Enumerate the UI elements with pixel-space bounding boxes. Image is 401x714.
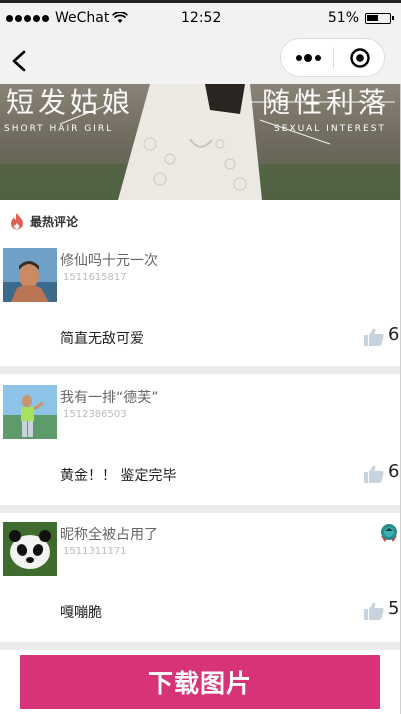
divider xyxy=(0,642,401,650)
comment-user-id: 1511311171 xyxy=(63,546,127,557)
like-count: 5 xyxy=(388,598,400,619)
hot-comments-header: 最热评论 xyxy=(10,210,78,232)
banner-image: 短发姑娘 随性利落 SHORT HAIR GIRL SEXUAL INTERES… xyxy=(0,84,401,200)
thumbs-up-icon[interactable] xyxy=(364,602,384,620)
comment-text: 简直无敌可爱 xyxy=(60,331,144,347)
comment-item: 昵称全被占用了 1511311171 嘎嘣脆 5 xyxy=(0,522,401,642)
like-count: 6 xyxy=(388,461,400,482)
banner-title-left: 短发姑娘 xyxy=(6,86,134,119)
comment-username[interactable]: 修仙吗十元一次 xyxy=(60,250,158,270)
comment-text: 黄金！！ 鉴定完毕 xyxy=(60,468,177,484)
banner-subtitle-right: SEXUAL INTEREST xyxy=(274,124,386,134)
thumbs-up-icon[interactable] xyxy=(364,328,384,346)
battery-icon xyxy=(365,12,394,24)
avatar[interactable] xyxy=(3,248,57,302)
carrier-info: WeChat xyxy=(6,10,129,26)
battery-percent: 51% xyxy=(327,10,359,26)
comment-item: 我有一排“德芙” 1512386503 黄金！！ 鉴定完毕 6 xyxy=(0,385,401,505)
more-options-icon[interactable] xyxy=(295,50,323,66)
avatar[interactable] xyxy=(3,522,57,576)
banner-subtitle-left: SHORT HAIR GIRL xyxy=(4,124,113,134)
capsule-divider xyxy=(333,47,334,69)
comment-user-id: 1512386503 xyxy=(63,409,127,420)
section-title: 最热评论 xyxy=(30,214,79,229)
comment-user-id: 1511615817 xyxy=(63,272,127,283)
clock: 12:52 xyxy=(181,10,222,26)
fire-icon xyxy=(11,213,23,230)
thumbs-up-icon[interactable] xyxy=(364,465,384,483)
divider xyxy=(0,505,401,513)
nav-bar xyxy=(0,38,401,84)
carrier-name: WeChat xyxy=(55,10,110,26)
close-mini-program-icon[interactable] xyxy=(349,47,371,69)
divider xyxy=(0,366,401,374)
medal-badge-icon xyxy=(381,524,397,542)
signal-strength-icon xyxy=(6,14,49,22)
avatar[interactable] xyxy=(3,385,57,439)
back-arrow-icon[interactable] xyxy=(8,46,32,76)
comment-item: 修仙吗十元一次 1511615817 简直无敌可爱 6 xyxy=(0,248,401,366)
comment-username[interactable]: 昵称全被占用了 xyxy=(60,524,158,544)
comment-text: 嘎嘣脆 xyxy=(60,605,102,621)
status-bar: WeChat 12:52 51% xyxy=(0,0,401,38)
like-count: 6 xyxy=(388,324,400,345)
wifi-icon xyxy=(112,12,129,23)
battery-status: 51% xyxy=(327,10,394,26)
mini-program-capsule xyxy=(280,38,385,77)
comment-username[interactable]: 我有一排“德芙” xyxy=(60,387,159,407)
download-image-button[interactable]: 下载图片 xyxy=(20,655,380,709)
banner-title-right: 随性利落 xyxy=(262,86,390,119)
